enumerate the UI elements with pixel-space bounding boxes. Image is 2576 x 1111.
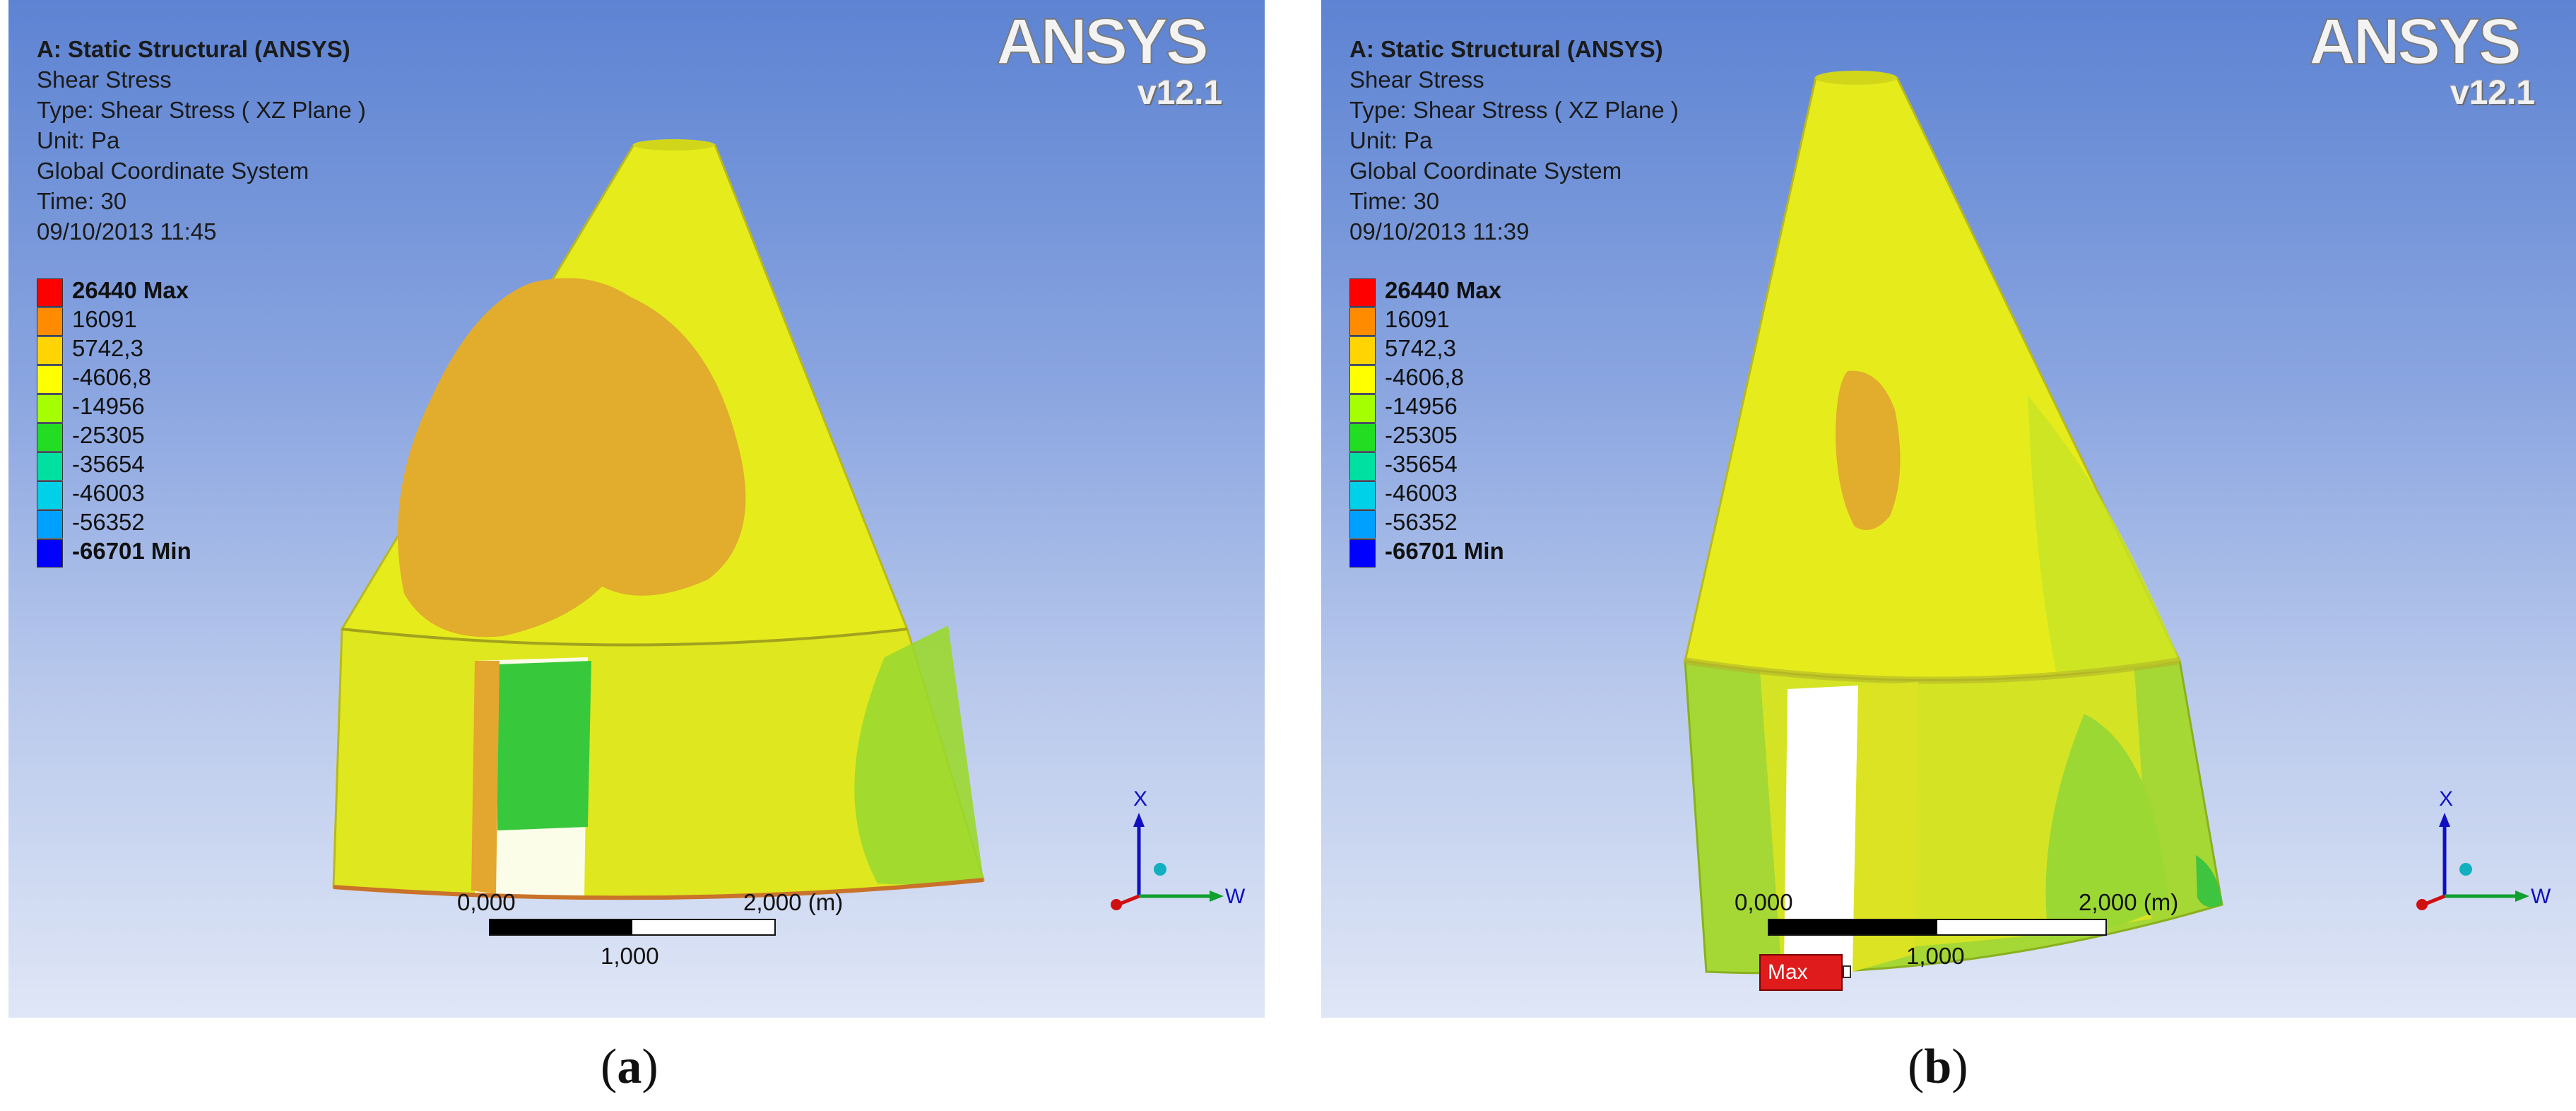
legend-swatch bbox=[1349, 278, 1376, 307]
version-label: v12.1 bbox=[1138, 74, 1223, 112]
result-info: A: Static Structural (ANSYS) Shear Stres… bbox=[1349, 34, 1679, 247]
scale-start-label: 0,000 bbox=[457, 889, 516, 915]
scale-bar bbox=[1768, 919, 2107, 936]
legend-label: -56352 bbox=[1385, 509, 1458, 535]
result-type: Type: Shear Stress ( XZ Plane ) bbox=[37, 97, 366, 123]
result-type: Type: Shear Stress ( XZ Plane ) bbox=[1349, 97, 1679, 123]
axis-w-label: W bbox=[1225, 885, 1245, 908]
scale-end-label: 2,000 (m) bbox=[2079, 889, 2179, 915]
scale-end-label: 2,000 (m) bbox=[743, 889, 844, 915]
legend-label: 16091 bbox=[72, 306, 137, 332]
max-probe-tag[interactable]: Max bbox=[1759, 954, 1851, 991]
axis-triad-icon[interactable]: X W bbox=[1089, 784, 1245, 919]
result-unit: Unit: Pa bbox=[1349, 127, 1433, 153]
legend-swatch bbox=[1349, 539, 1376, 568]
logo-text: ANSYS bbox=[2309, 7, 2519, 74]
result-name: Shear Stress bbox=[1349, 66, 1484, 93]
legend-swatch bbox=[1349, 336, 1376, 365]
legend-swatch bbox=[37, 307, 63, 336]
legend-label: -4606,8 bbox=[1385, 364, 1464, 390]
legend-swatch bbox=[1349, 365, 1376, 394]
scale-mid-label: 1,000 bbox=[601, 943, 659, 969]
legend-swatch bbox=[1349, 481, 1376, 510]
legend-label: -14956 bbox=[1385, 393, 1458, 419]
legend-swatch bbox=[1349, 452, 1376, 481]
axis-w-label: W bbox=[2531, 885, 2551, 908]
scale-mid-label: 1,000 bbox=[1906, 943, 1965, 969]
time-value: Time: 30 bbox=[37, 188, 127, 214]
caption-b: (b) bbox=[1908, 1040, 1968, 1094]
legend-swatch bbox=[1349, 394, 1376, 423]
legend-label: -35654 bbox=[72, 451, 145, 477]
legend-swatch bbox=[37, 394, 63, 423]
legend-swatch bbox=[37, 336, 63, 365]
axis-triad-icon[interactable]: X W bbox=[2395, 784, 2551, 919]
result-name: Shear Stress bbox=[37, 66, 172, 93]
legend-label: -56352 bbox=[72, 509, 145, 535]
legend-label: -4606,8 bbox=[72, 364, 151, 390]
axis-x-label: X bbox=[1133, 787, 1147, 811]
result-viewport-b: A: Static Structural (ANSYS) Shear Stres… bbox=[1321, 0, 2576, 1018]
legend-label: 26440 Max bbox=[1385, 277, 1502, 303]
legend-label: 5742,3 bbox=[1385, 335, 1456, 361]
legend-label: -25305 bbox=[1385, 422, 1458, 448]
axis-x-label: X bbox=[2439, 787, 2453, 811]
timestamp: 09/10/2013 11:39 bbox=[1349, 218, 1530, 245]
ansys-logo: ANSYS bbox=[2309, 7, 2523, 74]
result-unit: Unit: Pa bbox=[37, 127, 120, 153]
legend-swatch bbox=[1349, 510, 1376, 539]
legend-swatch bbox=[37, 423, 63, 452]
legend-label: 5742,3 bbox=[72, 335, 143, 361]
legend-label: 16091 bbox=[1385, 306, 1450, 332]
legend-label: -25305 bbox=[72, 422, 145, 448]
caption-a: (a) bbox=[601, 1040, 658, 1094]
result-info: A: Static Structural (ANSYS) Shear Stres… bbox=[37, 34, 366, 247]
logo-text: ANSYS bbox=[996, 7, 1207, 74]
legend-label: -46003 bbox=[1385, 480, 1458, 506]
legend-swatch bbox=[1349, 423, 1376, 452]
legend-label: -66701 Min bbox=[72, 538, 191, 564]
legend-swatch bbox=[37, 278, 63, 307]
legend-label: 26440 Max bbox=[72, 277, 189, 303]
scale-bar bbox=[489, 919, 776, 936]
legend-swatch bbox=[37, 510, 63, 539]
caption-letter: b bbox=[1924, 1040, 1952, 1094]
scale-start-label: 0,000 bbox=[1735, 889, 1793, 915]
legend-swatch bbox=[37, 481, 63, 510]
legend-swatch bbox=[37, 539, 63, 568]
legend-swatch bbox=[37, 452, 63, 481]
legend-label: -14956 bbox=[72, 393, 145, 419]
time-value: Time: 30 bbox=[1349, 188, 1440, 214]
caption-letter: a bbox=[617, 1040, 642, 1094]
version-label: v12.1 bbox=[2450, 74, 2536, 112]
ansys-logo: ANSYS bbox=[996, 7, 1210, 74]
coordinate-system: Global Coordinate System bbox=[1349, 158, 1622, 184]
legend-label: -66701 Min bbox=[1385, 538, 1504, 564]
timestamp: 09/10/2013 11:45 bbox=[37, 218, 217, 245]
legend-label: -35654 bbox=[1385, 451, 1458, 477]
coordinate-system: Global Coordinate System bbox=[37, 158, 309, 184]
legend-swatch bbox=[37, 365, 63, 394]
legend-label: -46003 bbox=[72, 480, 145, 506]
result-viewport-a: A: Static Structural (ANSYS) Shear Stres… bbox=[8, 0, 1265, 1018]
analysis-title: A: Static Structural (ANSYS) bbox=[1349, 36, 1663, 62]
analysis-title: A: Static Structural (ANSYS) bbox=[37, 36, 350, 62]
legend-swatch bbox=[1349, 307, 1376, 336]
